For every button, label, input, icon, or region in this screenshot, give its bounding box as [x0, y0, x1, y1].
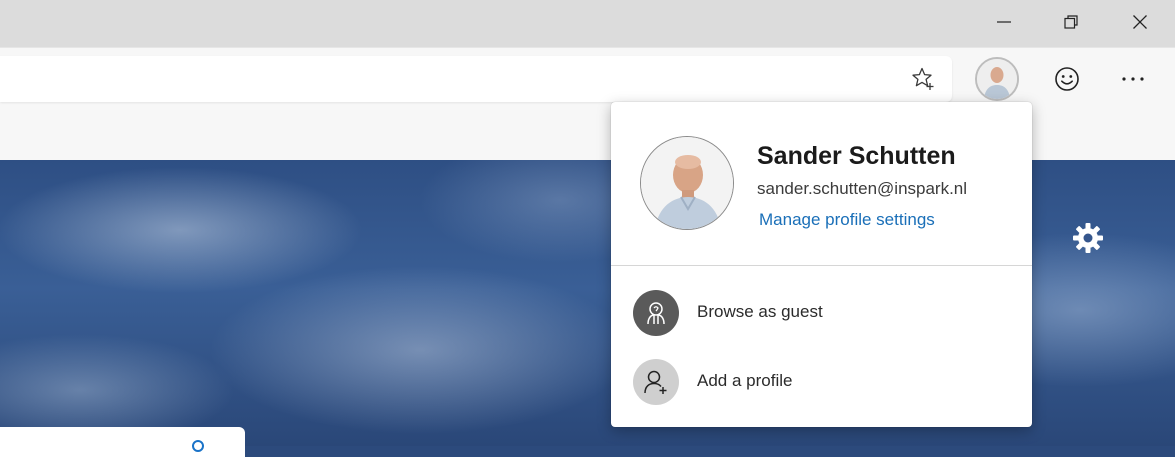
profile-photo: [640, 136, 734, 230]
title-bar: [0, 0, 1175, 47]
add-favorite-button[interactable]: [910, 66, 936, 92]
more-button[interactable]: [1111, 57, 1155, 101]
minimize-icon: [997, 21, 1011, 23]
close-button[interactable]: [1117, 0, 1163, 44]
browse-as-guest-label: Browse as guest: [697, 302, 823, 321]
flyout-divider: [611, 265, 1032, 266]
close-icon: [1133, 15, 1147, 29]
gear-icon: [1073, 223, 1103, 253]
add-profile-item[interactable]: Add a profile: [611, 354, 1032, 410]
smiley-icon: [1055, 67, 1079, 91]
search-card-icon: [192, 440, 204, 452]
restore-icon: [1064, 15, 1078, 29]
manage-profile-link[interactable]: Manage profile settings: [759, 210, 935, 230]
profile-email: sander.schutten@inspark.nl: [757, 179, 968, 198]
guest-icon: [633, 290, 679, 336]
feedback-button[interactable]: [1045, 57, 1089, 101]
minimize-button[interactable]: [981, 0, 1027, 44]
profile-avatar: [977, 59, 1017, 99]
address-bar[interactable]: [0, 56, 952, 102]
search-card[interactable]: [0, 427, 245, 457]
add-profile-label: Add a profile: [697, 371, 793, 390]
profile-photo-image: [641, 137, 733, 229]
ellipsis-icon: [1122, 77, 1144, 81]
browse-as-guest-item[interactable]: Browse as guest: [611, 285, 1032, 341]
profile-button[interactable]: [975, 57, 1019, 101]
restore-button[interactable]: [1048, 0, 1094, 44]
star-add-icon: [912, 67, 934, 90]
profile-flyout: Sander Schutten sander.schutten@inspark.…: [611, 102, 1032, 427]
page-settings-button[interactable]: [1070, 220, 1106, 256]
profile-name: Sander Schutten: [757, 142, 956, 170]
add-person-icon: [633, 359, 679, 405]
